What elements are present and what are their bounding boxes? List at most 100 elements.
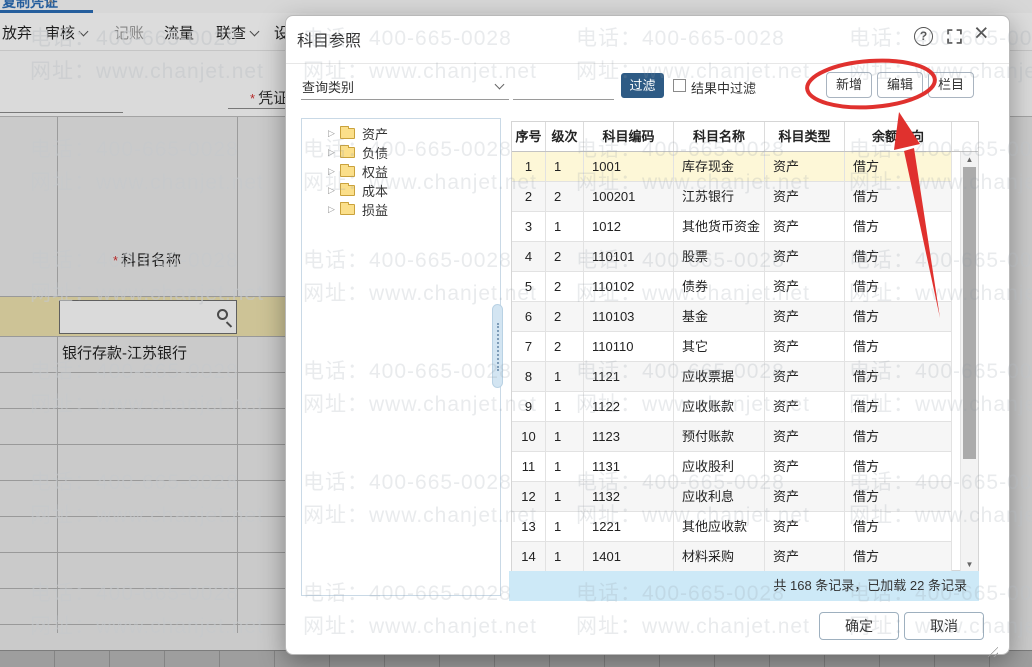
table-cell: 1001	[584, 152, 674, 181]
tree-item-1[interactable]: ▷资产	[302, 124, 500, 143]
tree-item-4[interactable]: ▷成本	[302, 181, 500, 200]
table-cell: 1131	[584, 452, 674, 481]
table-row[interactable]: 42110101股票资产借方	[512, 242, 952, 272]
table-cell: 2	[546, 182, 584, 211]
expander-icon[interactable]: ▷	[328, 128, 340, 139]
table-cell: 2	[546, 332, 584, 361]
table-cell: 1	[546, 452, 584, 481]
expander-icon[interactable]: ▷	[328, 147, 340, 158]
folder-icon	[340, 147, 355, 158]
scroll-up-icon[interactable]: ▲	[961, 152, 978, 167]
column-header: 科目类型	[765, 122, 845, 151]
filter-input[interactable]	[513, 73, 614, 100]
table-cell: 2	[546, 242, 584, 271]
columns-button[interactable]: 栏目	[928, 72, 974, 98]
table-row[interactable]: 911122应收账款资产借方	[512, 392, 952, 422]
table-cell: 资产	[765, 302, 845, 331]
filter-in-results-checkbox[interactable]	[673, 79, 686, 92]
table-row[interactable]: 1411401材料采购资产借方	[512, 542, 952, 572]
table-cell: 借方	[845, 212, 952, 241]
table-cell: 资产	[765, 152, 845, 181]
ok-button[interactable]: 确定	[819, 612, 899, 640]
table-row[interactable]: 111001库存现金资产借方	[512, 152, 952, 182]
help-icon[interactable]: ?	[914, 27, 933, 46]
table-cell: 借方	[845, 182, 952, 211]
tree-item-5[interactable]: ▷ 损益	[302, 200, 500, 219]
scroll-down-icon[interactable]: ▼	[961, 557, 978, 572]
table-cell: 110102	[584, 272, 674, 301]
table-cell: 资产	[765, 272, 845, 301]
resize-grip-icon[interactable]	[985, 644, 998, 657]
table-row[interactable]: 1211132应收利息资产借方	[512, 482, 952, 512]
table-cell: 资产	[765, 182, 845, 211]
folder-icon	[340, 166, 355, 177]
table-cell: 6	[512, 302, 546, 331]
table-cell: 3	[512, 212, 546, 241]
expander-icon[interactable]: ▷	[328, 204, 340, 215]
subject-table: 序号级次科目编码科目名称科目类型余额方向 111001库存现金资产借方22100…	[511, 121, 979, 571]
table-cell: 4	[512, 242, 546, 271]
table-cell: 应收股利	[674, 452, 765, 481]
table-cell: 借方	[845, 242, 952, 271]
table-cell: 11	[512, 452, 546, 481]
add-button[interactable]: 新增	[826, 72, 872, 98]
panel-splitter-handle[interactable]	[492, 304, 503, 388]
column-header: 序号	[512, 122, 546, 151]
subject-category-tree: ▷资产▷负债▷权益▷成本▷损益	[301, 118, 501, 596]
table-row[interactable]: 1011123预付账款资产借方	[512, 422, 952, 452]
table-row[interactable]: 311012其他货币资金资产借方	[512, 212, 952, 242]
table-cell: 1401	[584, 542, 674, 571]
table-cell: 10	[512, 422, 546, 451]
table-cell: 7	[512, 332, 546, 361]
table-cell: 借方	[845, 452, 952, 481]
cancel-button[interactable]: 取消	[904, 612, 984, 640]
vertical-scrollbar[interactable]: ▲ ▼	[960, 152, 978, 572]
edit-button[interactable]: 编辑	[877, 72, 923, 98]
tree-item-label: 负债	[362, 143, 388, 162]
table-row[interactable]: 72110110其它资产借方	[512, 332, 952, 362]
table-cell: 库存现金	[674, 152, 765, 181]
table-row[interactable]: 62110103基金资产借方	[512, 302, 952, 332]
expander-icon[interactable]: ▷	[328, 185, 340, 196]
column-header: 科目编码	[584, 122, 674, 151]
filter-in-results-label: 结果中过滤	[691, 78, 756, 97]
query-category-select[interactable]: 查询类别	[301, 73, 509, 100]
table-cell: 资产	[765, 542, 845, 571]
table-row[interactable]: 22100201江苏银行资产借方	[512, 182, 952, 212]
table-cell: 预付账款	[674, 422, 765, 451]
close-icon[interactable]: ×	[974, 19, 989, 47]
table-cell: 110110	[584, 332, 674, 361]
table-cell: 借方	[845, 482, 952, 511]
chevron-down-icon	[495, 80, 505, 90]
table-cell: 1122	[584, 392, 674, 421]
scrollbar-thumb[interactable]	[963, 167, 976, 459]
table-cell: 其他应收款	[674, 512, 765, 541]
maximize-icon[interactable]	[947, 29, 962, 49]
dialog-title: 科目参照	[297, 27, 361, 51]
table-cell: 14	[512, 542, 546, 571]
table-cell: 江苏银行	[674, 182, 765, 211]
tree-item-2[interactable]: ▷ 负债	[302, 143, 500, 162]
table-row[interactable]: 1311221其他应收款资产借方	[512, 512, 952, 542]
table-cell: 应收票据	[674, 362, 765, 391]
table-cell: 2	[546, 272, 584, 301]
tree-item-3[interactable]: ▷权益	[302, 162, 500, 181]
table-row[interactable]: 52110102债券资产借方	[512, 272, 952, 302]
table-cell: 材料采购	[674, 542, 765, 571]
filter-button[interactable]: 过滤	[621, 73, 664, 98]
table-cell: 资产	[765, 212, 845, 241]
folder-icon	[340, 185, 355, 196]
expander-icon[interactable]: ▷	[328, 166, 340, 177]
table-row[interactable]: 1111131应收股利资产借方	[512, 452, 952, 482]
table-cell: 5	[512, 272, 546, 301]
table-cell: 1	[512, 152, 546, 181]
table-cell: 应收账款	[674, 392, 765, 421]
table-cell: 1123	[584, 422, 674, 451]
table-row[interactable]: 811121应收票据资产借方	[512, 362, 952, 392]
table-cell: 基金	[674, 302, 765, 331]
table-cell: 其它	[674, 332, 765, 361]
divider	[286, 63, 1009, 64]
tree-item-label: 损益	[362, 200, 388, 219]
table-cell: 110103	[584, 302, 674, 331]
column-header: 余额方向	[845, 122, 952, 151]
